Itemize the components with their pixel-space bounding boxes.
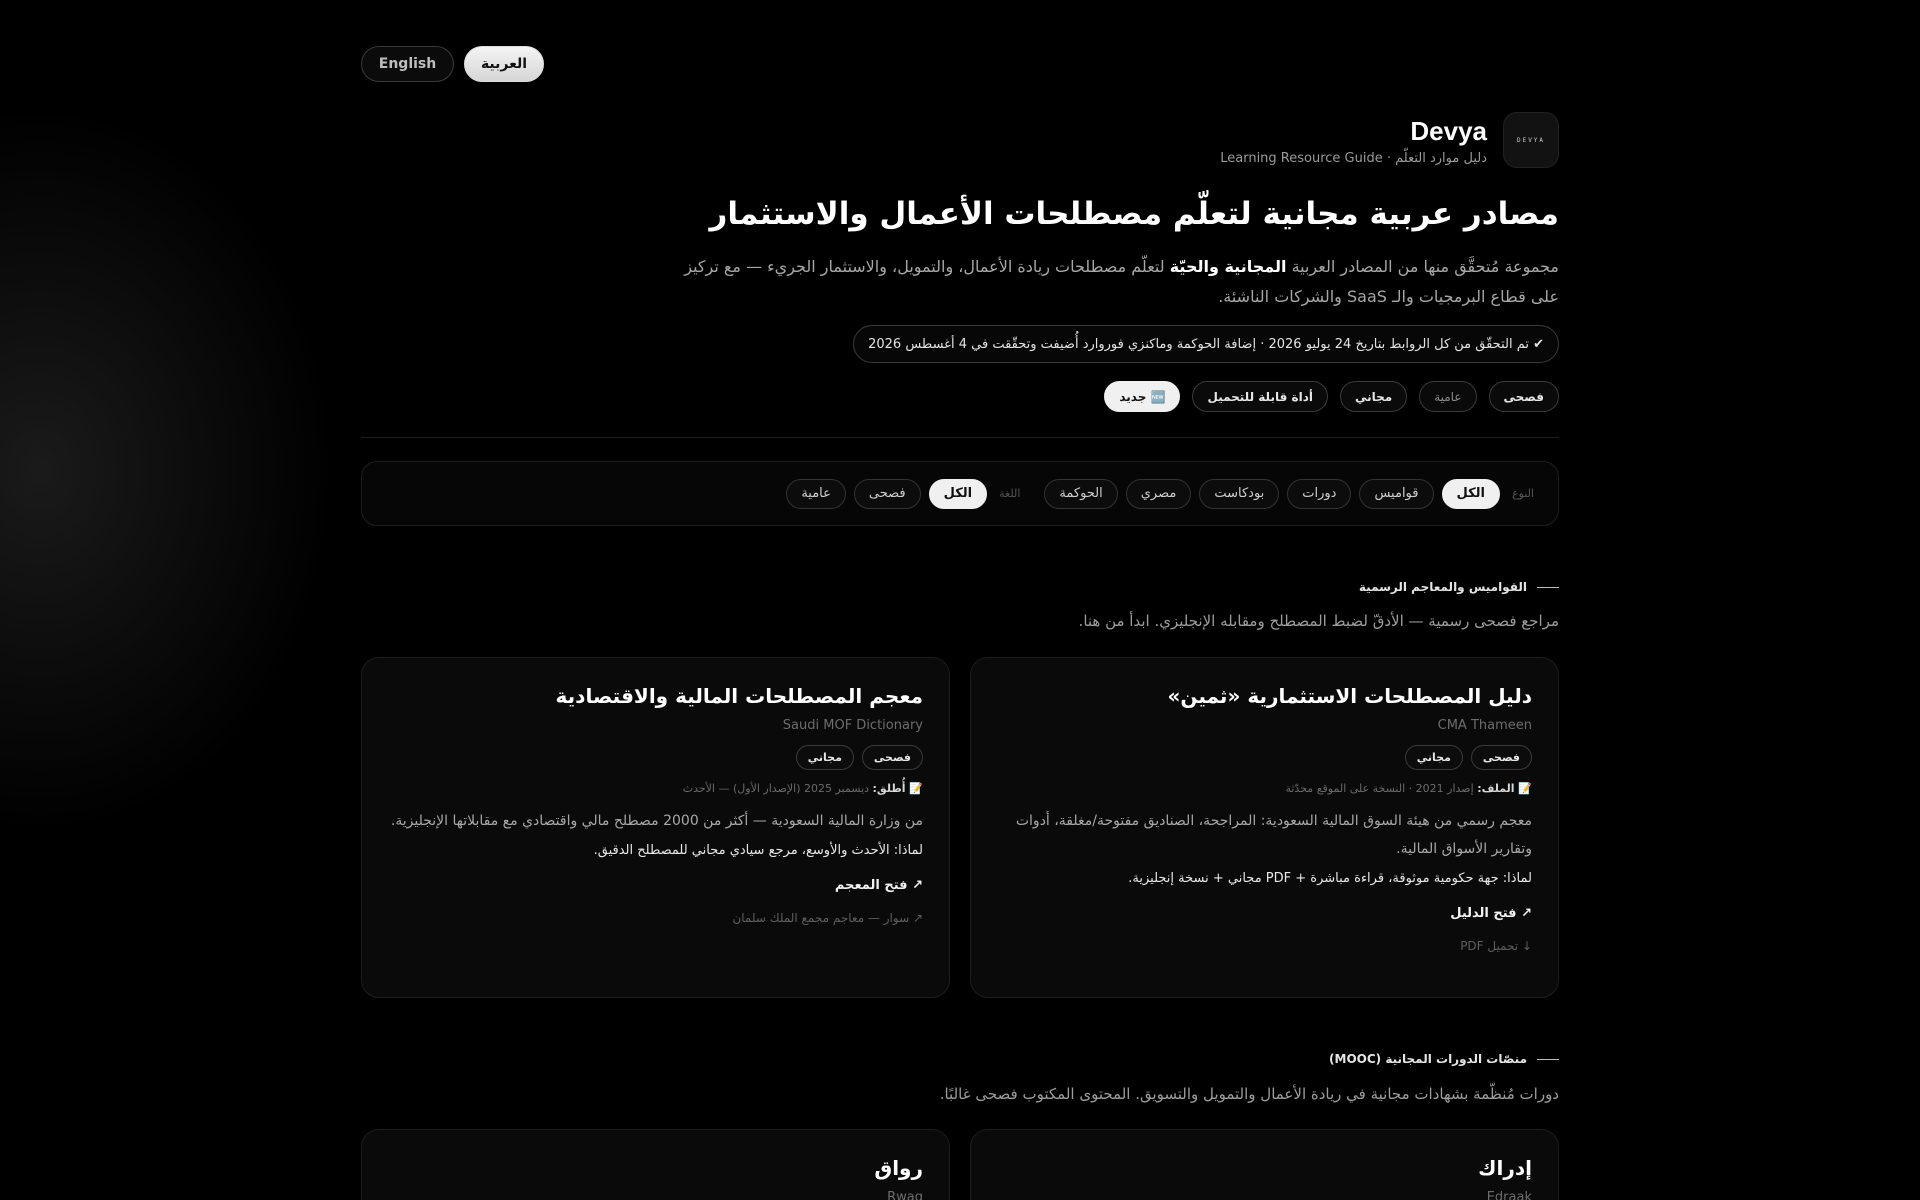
language-filter-label: اللغة [999, 487, 1021, 500]
filter-bar: النوع الكل قواميس دورات بودكاست مصري الح… [361, 461, 1559, 526]
tag-fusha: فصحى [1470, 745, 1532, 770]
language-english-button[interactable]: English [361, 46, 454, 82]
card-title: إدراك [1478, 1156, 1532, 1180]
meta-label: 📝 أُطلق: [872, 782, 923, 795]
brand-name: Devya [1410, 115, 1487, 146]
description-text: مجموعة مُتحقَّق منها من المصادر العربية [1286, 257, 1559, 276]
language-switch: English العربية [361, 46, 544, 82]
card-meta: 📝 أُطلق: ديسمبر 2025 (الإصدار الأول) — ا… [388, 782, 923, 795]
section-description: دورات مُنظّمة بشهادات مجانية في ريادة ال… [939, 1085, 1559, 1103]
divider [361, 437, 1559, 438]
language-filter-all[interactable]: الكل [928, 478, 988, 509]
resource-card: إدراك Edraak [970, 1129, 1559, 1200]
section-line [1537, 586, 1559, 588]
devya-logo: DEVYA [1503, 112, 1559, 168]
legend: فصحى عامية مجاني أداة قابلة للتحميل 🆕 جد… [1104, 381, 1559, 412]
tag-free: مجاني [795, 745, 854, 770]
language-filter-fusha[interactable]: فصحى [853, 478, 921, 509]
card-title: رواق [874, 1156, 923, 1180]
card-subtitle: Saudi MOF Dictionary [782, 718, 923, 733]
type-filter-egyptian[interactable]: مصري [1125, 478, 1192, 509]
language-arabic-button[interactable]: العربية [464, 46, 544, 82]
open-guide-link[interactable]: ↗ فتح الدليل [997, 906, 1532, 921]
type-filter-governance[interactable]: الحوكمة [1044, 478, 1118, 509]
card-why: لماذا: جهة حكومية موثوقة، قراءة مباشرة +… [1128, 871, 1532, 886]
card-subtitle: CMA Thameen [1437, 718, 1532, 733]
language-filter-amiya[interactable]: عامية [786, 478, 846, 509]
card-title: معجم المصطلحات المالية والاقتصادية [555, 684, 923, 708]
description-emphasis: المجانية والحيّة [1169, 257, 1287, 276]
page-description: مجموعة مُتحقَّق منها من المصادر العربية … [659, 252, 1559, 312]
section-description: مراجع فصحى رسمية — الأدقّ لضبط المصطلح و… [1078, 612, 1559, 630]
card-tags: فصحى مجاني [388, 745, 923, 770]
legend-new: 🆕 جديد [1104, 381, 1181, 412]
meta-value: إصدار 2021 · النسخة على الموقع محدّثة [1285, 782, 1478, 795]
card-description: من وزارة المالية السعودية — أكثر من 2000… [390, 813, 923, 829]
brand-text: Devya دليل موارد التعلّم · Learning Reso… [1220, 115, 1487, 166]
tag-fusha: فصحى [861, 745, 923, 770]
brand-subtitle: دليل موارد التعلّم · Learning Resource G… [1220, 150, 1487, 166]
legend-downloadable: أداة قابلة للتحميل [1192, 381, 1328, 412]
download-pdf-link[interactable]: ↓ تحميل PDF [997, 939, 1532, 953]
meta-value: ديسمبر 2025 (الإصدار الأول) — الأحدث [682, 782, 873, 795]
resource-card: رواق Rwaq [361, 1129, 950, 1200]
type-filter-courses[interactable]: دورات [1287, 478, 1352, 509]
type-filter-label: النوع [1512, 487, 1534, 500]
card-tags: فصحى مجاني [997, 745, 1532, 770]
section-title: منصّات الدورات المجانية (MOOC) [1329, 1052, 1527, 1066]
legend-free: مجاني [1339, 381, 1408, 412]
open-dictionary-link[interactable]: ↗ فتح المعجم [388, 878, 923, 893]
brand-header: DEVYA Devya دليل موارد التعلّم · Learnin… [1220, 112, 1559, 168]
card-meta: 📝 الملف: إصدار 2021 · النسخة على الموقع … [997, 782, 1532, 795]
page-title: مصادر عربية مجانية لتعلّم مصطلحات الأعما… [709, 196, 1559, 232]
type-filter-all[interactable]: الكل [1441, 478, 1501, 509]
card-why: لماذا: الأحدث والأوسع، مرجع سيادي مجاني … [593, 843, 923, 858]
section-heading-dictionaries: القواميس والمعاجم الرسمية [1359, 580, 1559, 594]
type-filter-dictionaries[interactable]: قواميس [1359, 478, 1434, 509]
resource-card: دليل المصطلحات الاستثمارية «ثمين» CMA Th… [970, 657, 1559, 998]
section-heading-mooc: منصّات الدورات المجانية (MOOC) [1329, 1052, 1559, 1066]
verification-badge: ✔ تم التحقّق من كل الروابط بتاريخ 24 يول… [853, 325, 1559, 363]
card-subtitle: Edraak [1486, 1190, 1532, 1200]
legend-fusha: فصحى [1488, 381, 1559, 412]
legend-amiya: عامية [1419, 381, 1477, 412]
section-line [1537, 1058, 1559, 1060]
related-link[interactable]: ↗ سوار — معاجم مجمع الملك سلمان [388, 911, 923, 925]
resource-card: معجم المصطلحات المالية والاقتصادية Saudi… [361, 657, 950, 998]
card-title: دليل المصطلحات الاستثمارية «ثمين» [1167, 684, 1532, 708]
card-description: معجم رسمي من هيئة السوق المالية السعودية… [1015, 813, 1532, 857]
card-subtitle: Rwaq [887, 1190, 923, 1200]
meta-label: 📝 الملف: [1477, 782, 1532, 795]
tag-free: مجاني [1404, 745, 1463, 770]
type-filter-podcast[interactable]: بودكاست [1199, 478, 1280, 509]
section-title: القواميس والمعاجم الرسمية [1358, 580, 1527, 594]
